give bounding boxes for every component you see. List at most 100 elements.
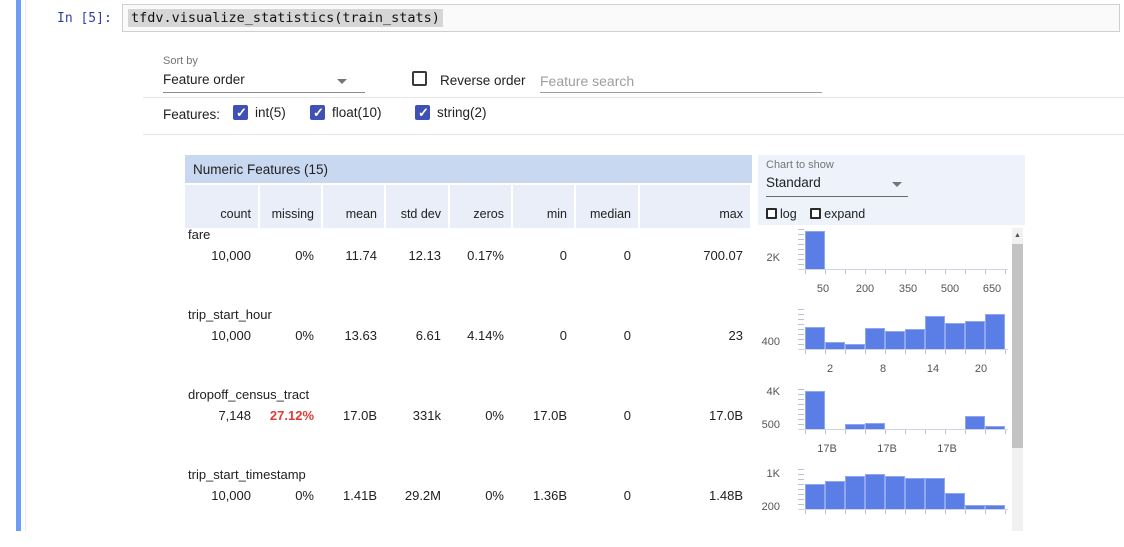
x-axis-tick-labels: 281420 <box>805 363 1005 377</box>
stat-median: 0 <box>576 328 638 343</box>
chart-to-show-label: Chart to show <box>766 159 1025 171</box>
table-row: dropoff_census_tract 7,148 27.12% 17.0B … <box>185 387 1025 467</box>
selected-cell-indicator <box>16 0 21 531</box>
col-median: median <box>576 185 638 228</box>
stat-mean: 1.41B <box>323 488 384 503</box>
x-axis-ticks <box>805 430 1006 434</box>
scrollbar-thumb[interactable] <box>1012 244 1023 448</box>
int-checkbox[interactable] <box>233 105 248 120</box>
y-axis-labels: 1K200 <box>758 469 780 509</box>
stat-median: 0 <box>576 248 638 263</box>
string-label: string(2) <box>437 105 487 120</box>
string-checkbox[interactable] <box>415 105 430 120</box>
expand-option[interactable]: expand <box>810 207 865 221</box>
filter-float[interactable]: float(10) <box>310 104 382 120</box>
histogram-bars <box>805 229 1005 269</box>
expand-label: expand <box>824 207 865 221</box>
x-axis-tick-labels <box>805 523 1005 537</box>
stat-mean: 13.63 <box>323 328 384 343</box>
scroll-up-arrow-icon[interactable]: ▲ <box>1012 228 1023 243</box>
stat-median: 0 <box>576 488 638 503</box>
histogram-dropoff-census-tract[interactable]: 4K500 17B17B17B <box>758 387 1010 467</box>
y-axis-labels: 2K <box>758 229 780 269</box>
chevron-down-icon <box>892 182 902 187</box>
histogram-fare[interactable]: 2K 50200350500650 <box>758 227 1010 307</box>
x-axis-tick-labels: 17B17B17B <box>805 443 1005 457</box>
stat-stddev: 29.2M <box>386 488 448 503</box>
stat-stddev: 12.13 <box>386 248 448 263</box>
filter-string[interactable]: string(2) <box>415 104 487 120</box>
col-count: count <box>185 185 258 228</box>
histogram-trip-start-timestamp[interactable]: 1K200 <box>758 467 1010 547</box>
stat-min: 0 <box>513 328 574 343</box>
reverse-order-checkbox[interactable] <box>412 71 427 86</box>
feature-name: trip_start_timestamp <box>188 467 306 482</box>
col-max: max <box>640 185 750 228</box>
feature-stats: 7,148 27.12% 17.0B 331k 0% 17.0B 0 17.0B <box>185 408 752 423</box>
col-missing: missing <box>260 185 321 228</box>
sort-by-label: Sort by <box>163 55 198 67</box>
feature-stats: 10,000 0% 1.41B 29.2M 0% 1.36B 0 1.48B <box>185 488 752 503</box>
y-axis-ruler <box>798 309 804 349</box>
feature-name: dropoff_census_tract <box>188 387 309 402</box>
cell-left-border <box>25 0 26 531</box>
vertical-scrollbar[interactable]: ▲ <box>1012 228 1023 531</box>
stat-zeros: 0% <box>450 408 511 423</box>
cell-prompt: In [5]: <box>57 11 112 26</box>
col-mean: mean <box>323 185 384 228</box>
log-checkbox[interactable] <box>766 208 777 219</box>
float-checkbox[interactable] <box>310 105 325 120</box>
feature-search-input[interactable] <box>540 70 822 93</box>
stat-missing: 0% <box>260 248 321 263</box>
code-input-area[interactable]: tfdv.visualize_statistics(train_stats) <box>122 4 1120 32</box>
chart-type-select[interactable]: Standard <box>766 175 908 197</box>
stat-zeros: 0.17% <box>450 248 511 263</box>
numeric-features-header: Numeric Features (15) <box>185 155 752 183</box>
x-axis-tick-labels: 50200350500650 <box>805 283 1005 297</box>
sort-by-value: Feature order <box>163 72 245 87</box>
x-axis-ticks <box>805 510 1006 514</box>
stat-median: 0 <box>576 408 638 423</box>
feature-stats: 10,000 0% 11.74 12.13 0.17% 0 0 700.07 <box>185 248 752 263</box>
float-label: float(10) <box>332 105 382 120</box>
col-zeros: zeros <box>450 185 511 228</box>
stat-stddev: 6.61 <box>386 328 448 343</box>
stat-max: 17.0B <box>640 408 750 423</box>
stat-min: 1.36B <box>513 488 574 503</box>
log-label: log <box>780 207 797 221</box>
table-row: trip_start_hour 10,000 0% 13.63 6.61 4.1… <box>185 307 1025 387</box>
stat-count: 10,000 <box>185 488 258 503</box>
y-axis-labels: 4K500 <box>758 389 780 429</box>
histogram-trip-start-hour[interactable]: 400 281420 <box>758 307 1010 387</box>
code-text[interactable]: tfdv.visualize_statistics(train_stats) <box>128 9 443 27</box>
histogram-bars <box>805 389 1005 429</box>
sort-by-select[interactable]: Feature order <box>163 72 365 93</box>
stat-missing: 0% <box>260 328 321 343</box>
stat-max: 700.07 <box>640 248 750 263</box>
stat-stddev: 331k <box>386 408 448 423</box>
chart-panel: Chart to show Standard log expand <box>758 155 1025 225</box>
chart-options: log expand <box>766 207 875 221</box>
feature-rows: fare 10,000 0% 11.74 12.13 0.17% 0 0 700… <box>185 227 1025 531</box>
stat-missing: 0% <box>260 488 321 503</box>
stat-count: 10,000 <box>185 248 258 263</box>
table-row: trip_start_timestamp 10,000 0% 1.41B 29.… <box>185 467 1025 547</box>
stat-missing-alert: 27.12% <box>260 408 321 423</box>
x-axis-ticks <box>805 350 1006 354</box>
filter-int[interactable]: int(5) <box>233 104 286 120</box>
col-stddev: std dev <box>386 185 448 228</box>
features-label: Features: <box>163 107 220 122</box>
stat-max: 23 <box>640 328 750 343</box>
expand-checkbox[interactable] <box>810 208 821 219</box>
column-headers: count missing mean std dev zeros min med… <box>185 185 752 228</box>
y-axis-ruler <box>798 469 804 509</box>
table-row: fare 10,000 0% 11.74 12.13 0.17% 0 0 700… <box>185 227 1025 307</box>
reverse-order-label[interactable]: Reverse order <box>440 73 526 88</box>
feature-name: trip_start_hour <box>188 307 272 322</box>
col-min: min <box>513 185 574 228</box>
chevron-down-icon <box>337 79 347 84</box>
histogram-bars <box>805 469 1005 509</box>
chart-type-value: Standard <box>766 175 821 190</box>
log-option[interactable]: log <box>766 207 797 221</box>
stat-zeros: 4.14% <box>450 328 511 343</box>
